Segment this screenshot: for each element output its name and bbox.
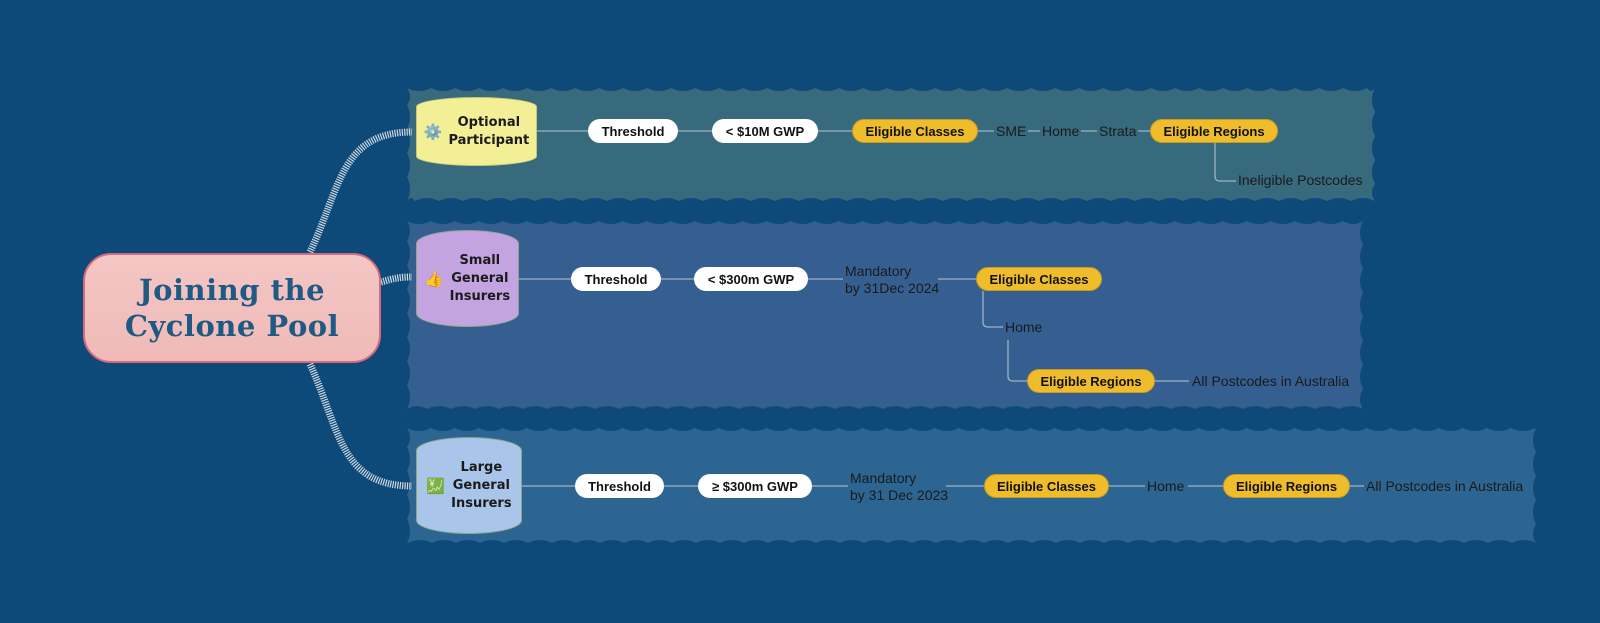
branch-curve-optional	[306, 128, 413, 254]
region-item: Ineligible Postcodes	[1238, 172, 1363, 188]
mandatory-date: Mandatory by 31Dec 2024	[845, 263, 940, 296]
thumbs-up-icon: 👍	[424, 269, 444, 288]
node-label: Small General Insurers	[449, 252, 511, 304]
eligible-regions-pill[interactable]: Eligible Regions	[1150, 119, 1278, 143]
title-line-2: Cyclone Pool	[124, 309, 340, 343]
threshold-value-pill[interactable]: < $10M GWP	[712, 119, 818, 143]
central-topic[interactable]: Joining the Cyclone Pool	[83, 253, 381, 363]
eligible-classes-pill[interactable]: Eligible Classes	[852, 119, 978, 143]
eligible-regions-pill[interactable]: Eligible Regions	[1223, 474, 1350, 498]
node-small-general-insurers[interactable]: 👍 Small General Insurers	[416, 230, 519, 327]
mandatory-date: Mandatory by 31 Dec 2023	[850, 470, 949, 503]
class-item: Home	[1040, 123, 1082, 140]
node-large-general-insurers[interactable]: 💹 Large General Insurers	[416, 437, 522, 534]
eligible-classes-pill[interactable]: Eligible Classes	[976, 267, 1102, 291]
class-item: Home	[1005, 319, 1043, 335]
branch-curve-large	[306, 362, 413, 490]
title-line-1: Joining the	[138, 273, 326, 307]
gear-icon: ⚙️	[423, 122, 443, 141]
region-item: All Postcodes in Australia	[1192, 373, 1350, 389]
node-optional-participant[interactable]: ⚙️ Optional Participant	[416, 97, 537, 166]
node-label: Optional Participant	[448, 114, 530, 148]
threshold-pill[interactable]: Threshold	[571, 267, 661, 291]
central-topic-title: Joining the Cyclone Pool	[125, 272, 339, 344]
eligible-classes-pill[interactable]: Eligible Classes	[984, 474, 1109, 498]
threshold-pill[interactable]: Threshold	[575, 474, 664, 498]
threshold-pill[interactable]: Threshold	[588, 119, 678, 143]
class-item: Home	[1147, 478, 1185, 494]
threshold-value-pill[interactable]: < $300m GWP	[694, 267, 808, 291]
node-label: Large General Insurers	[451, 459, 512, 511]
class-item: SME	[994, 123, 1029, 140]
eligible-regions-pill[interactable]: Eligible Regions	[1027, 369, 1155, 393]
class-item: Strata	[1097, 123, 1139, 140]
band-optional	[407, 88, 1375, 201]
threshold-value-pill[interactable]: ≥ $300m GWP	[698, 474, 812, 498]
chart-icon: 💹	[426, 476, 446, 495]
region-item: All Postcodes in Australia	[1366, 478, 1524, 494]
branch-curve-small	[380, 273, 413, 286]
